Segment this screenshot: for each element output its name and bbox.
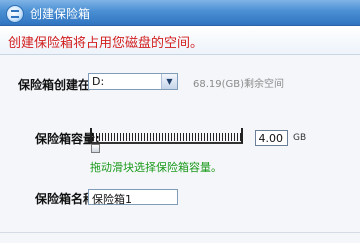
capacity-unit: GB [293, 133, 307, 143]
free-space-text: 68.19(GB)剩余空间 [193, 79, 285, 90]
title-bar[interactable]: 创建保险箱 [0, 0, 360, 26]
capacity-hint: 拖动滑块选择保险箱容量。 [90, 161, 222, 174]
slider-end-left [90, 128, 92, 143]
window-title: 创建保险箱 [30, 7, 91, 21]
info-banner: 创建保险箱将占用您磁盘的空间。 [0, 26, 360, 55]
safe-name-value: 保险箱1 [92, 193, 132, 206]
slider-end-right [241, 128, 243, 143]
safe-logo-icon [6, 5, 24, 23]
capacity-value: 4.00 [258, 132, 284, 145]
drive-select[interactable]: D: ▼ [88, 73, 178, 90]
capacity-slider-track[interactable] [90, 129, 243, 144]
capacity-slider-thumb[interactable] [91, 144, 100, 153]
capacity-input[interactable]: 4.00 [255, 130, 288, 146]
safe-name-input[interactable]: 保险箱1 [88, 189, 178, 206]
chevron-down-icon[interactable]: ▼ [161, 74, 177, 89]
footer-divider [0, 232, 360, 233]
info-message: 创建保险箱将占用您磁盘的空间。 [8, 36, 204, 51]
drive-label: 保险箱创建在: [18, 78, 95, 92]
drive-selected-value: D: [92, 75, 105, 88]
